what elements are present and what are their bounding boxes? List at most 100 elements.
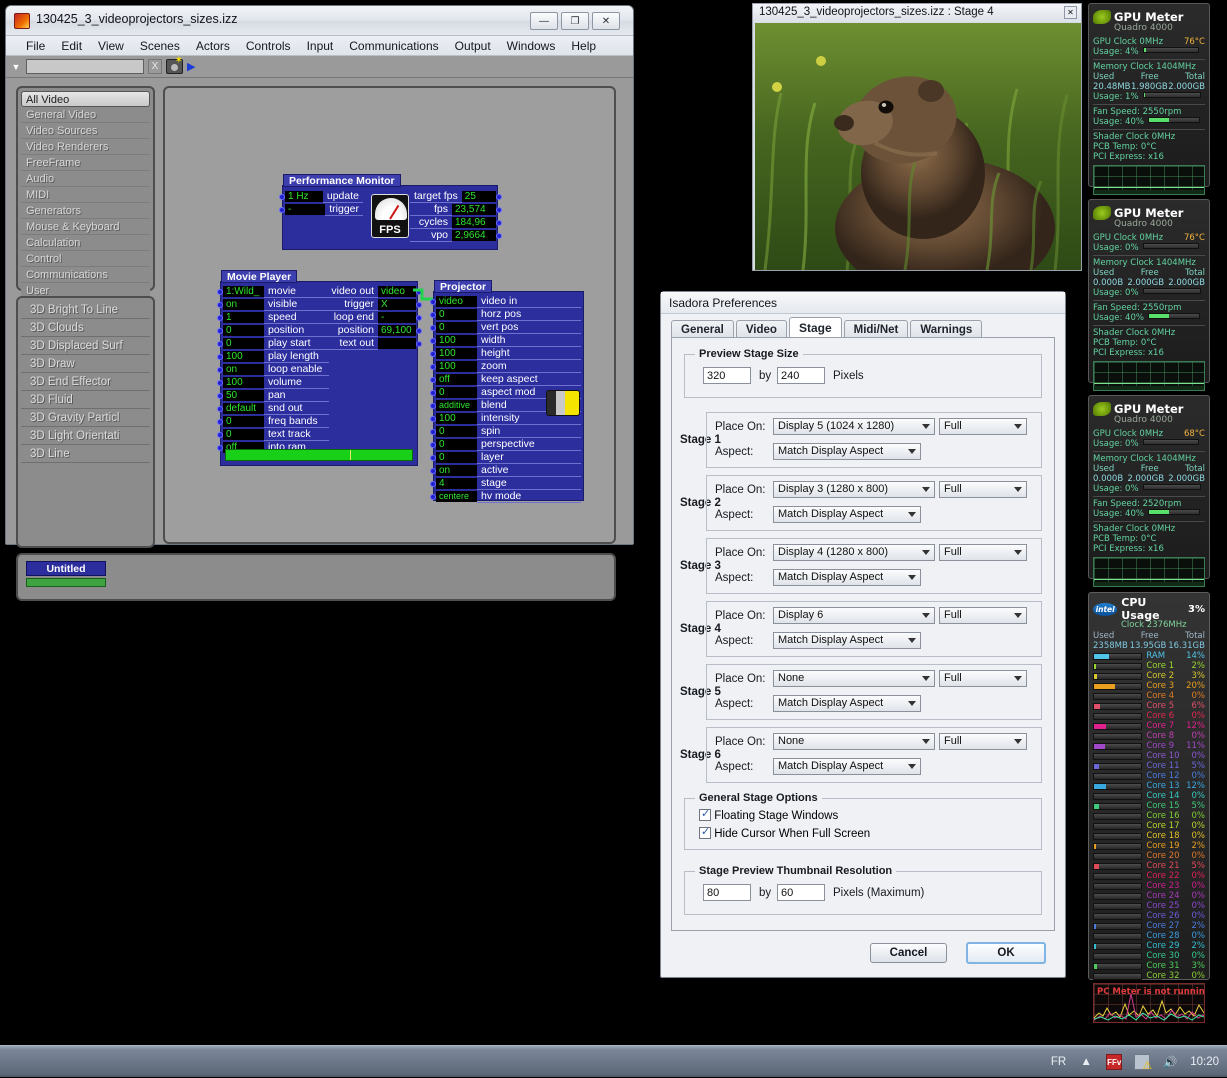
perf-target-fps-value[interactable]: 25	[461, 191, 496, 202]
output-port[interactable]	[416, 327, 422, 334]
menu-view[interactable]: View	[90, 38, 132, 54]
actor-3d-draw[interactable]: 3D Draw	[21, 356, 150, 373]
node-row[interactable]: 100 zoom	[430, 360, 581, 373]
minimize-button[interactable]: —	[530, 12, 558, 30]
node-row[interactable]: 4 stage	[430, 477, 581, 490]
proj-perspective-value[interactable]: 0	[436, 439, 477, 450]
stage-5-aspect-select[interactable]: Match Display Aspect	[773, 695, 921, 712]
perf-trigger-value[interactable]: -	[285, 204, 325, 215]
language-indicator[interactable]: FR	[1051, 1056, 1066, 1068]
perf-cycles-value[interactable]: 184,96	[452, 217, 496, 228]
stage-4-mode-select[interactable]: Full	[939, 607, 1027, 624]
node-row[interactable]: video out video	[326, 285, 422, 298]
stage-1-aspect-select[interactable]: Match Display Aspect	[773, 443, 921, 460]
clock[interactable]: 10:20	[1190, 1056, 1219, 1068]
cpu-usage-gadget[interactable]: intel CPU Usage 3% Clock 2376MHz Used Fr…	[1088, 592, 1210, 1023]
tab-midi-net[interactable]: Midi/Net	[843, 320, 909, 338]
actor-3d-fluid[interactable]: 3D Fluid	[21, 392, 150, 409]
tab-general[interactable]: General	[671, 320, 734, 338]
movie-visible-value[interactable]: on	[223, 299, 264, 310]
node-row[interactable]: default snd out	[217, 402, 329, 415]
proj-width-value[interactable]: 100	[436, 335, 477, 346]
proj-aspect-mod-value[interactable]: 0	[436, 387, 477, 398]
output-port[interactable]	[416, 340, 422, 347]
proj-stage-value[interactable]: 4	[436, 478, 477, 489]
play-icon[interactable]: ▶	[187, 60, 195, 73]
ffv-icon[interactable]: FFv	[1106, 1054, 1123, 1070]
node-row[interactable]: 0 vert pos	[430, 321, 581, 334]
node-row[interactable]: 1 Hz update	[279, 190, 363, 203]
proj-layer-value[interactable]: 0	[436, 452, 477, 463]
category-communications[interactable]: Communications	[21, 268, 150, 283]
menu-controls[interactable]: Controls	[238, 38, 299, 54]
node-row[interactable]: cycles 184,96	[410, 216, 502, 229]
proj-blend-value[interactable]: additive	[436, 400, 477, 411]
category-freeframe[interactable]: FreeFrame	[21, 156, 150, 171]
tab-warnings[interactable]: Warnings	[910, 320, 983, 338]
volume-icon[interactable]: 🔊	[1162, 1054, 1178, 1070]
stage-2-mode-select[interactable]: Full	[939, 481, 1027, 498]
movie-speed-value[interactable]: 1	[223, 312, 264, 323]
movie-text-out-value[interactable]	[378, 338, 416, 349]
perf-fps-value[interactable]: 23,574	[452, 204, 496, 215]
node-row[interactable]: 100 play length	[217, 350, 329, 363]
actor-search-input[interactable]	[26, 59, 144, 74]
movie-snd-out-value[interactable]: default	[223, 403, 264, 414]
actor-category-list[interactable]: All Video General Video Video Sources Vi…	[16, 86, 155, 299]
proj-keep-aspect-value[interactable]: off	[436, 374, 477, 385]
maximize-button[interactable]: ❐	[561, 12, 589, 30]
proj-hv-mode-value[interactable]: centere	[436, 491, 477, 502]
movie-loop-end-value[interactable]: -	[378, 312, 416, 323]
menu-windows[interactable]: Windows	[499, 38, 564, 54]
stage-3-aspect-select[interactable]: Match Display Aspect	[773, 569, 921, 586]
preview-height-input[interactable]	[777, 367, 825, 384]
actor-3d-bright-to-line[interactable]: 3D Bright To Line	[21, 302, 150, 319]
output-port[interactable]	[496, 232, 502, 239]
floating-stage-windows-checkbox[interactable]	[699, 807, 711, 821]
actor-node-movie-player[interactable]: Movie Player 1:Wild_ movie on visible 1 spe…	[217, 270, 422, 466]
movie-pan-value[interactable]: 50	[223, 390, 264, 401]
category-audio[interactable]: Audio	[21, 172, 150, 187]
ok-button[interactable]: OK	[966, 942, 1046, 964]
gpu-meter-gadget-2[interactable]: GPU Meter Quadro 4000 76°C GPU Clock 0MHz…	[1088, 199, 1210, 391]
floating-stage-windows-row[interactable]: Floating Stage Windows	[699, 807, 838, 822]
stage-4-aspect-select[interactable]: Match Display Aspect	[773, 632, 921, 649]
proj-video-in-value[interactable]: video	[436, 296, 477, 307]
node-row[interactable]: fps 23,574	[410, 203, 502, 216]
cancel-button[interactable]: Cancel	[870, 943, 947, 963]
output-port[interactable]	[496, 219, 502, 226]
actor-3d-end-effector[interactable]: 3D End Effector	[21, 374, 150, 391]
stage-2-aspect-select[interactable]: Match Display Aspect	[773, 506, 921, 523]
thumbnail-height-input[interactable]	[777, 884, 825, 901]
node-row[interactable]: off keep aspect	[430, 373, 581, 386]
proj-intensity-value[interactable]: 100	[436, 413, 477, 424]
output-port[interactable]	[496, 206, 502, 213]
scene-editor-canvas[interactable]: Performance Monitor 1 Hz update - trigge…	[163, 86, 616, 544]
stage-6-aspect-select[interactable]: Match Display Aspect	[773, 758, 921, 775]
node-row[interactable]: 0 layer	[430, 451, 581, 464]
node-row[interactable]: 0 position	[217, 324, 329, 337]
proj-vert-pos-value[interactable]: 0	[436, 322, 477, 333]
gpu-meter-gadget-3[interactable]: GPU Meter Quadro 4000 68°C GPU Clock 0MHz…	[1088, 395, 1210, 587]
stage-1-mode-select[interactable]: Full	[939, 418, 1027, 435]
category-video-renderers[interactable]: Video Renderers	[21, 140, 150, 155]
actor-3d-light-orientation[interactable]: 3D Light Orientati	[21, 428, 150, 445]
node-row[interactable]: video video in	[430, 295, 581, 308]
stage-close-button[interactable]: ✕	[1064, 6, 1077, 19]
scene-untitled[interactable]: Untitled	[26, 561, 106, 576]
node-row[interactable]: vpo 2,9664	[410, 229, 502, 242]
stage-4-display-select[interactable]: Display 6	[773, 607, 935, 624]
movie-play-start-value[interactable]: 0	[223, 338, 264, 349]
movie-position-out-value[interactable]: 69,100	[378, 325, 416, 336]
node-row[interactable]: position 69,100	[326, 324, 422, 337]
stage-6-display-select[interactable]: None	[773, 733, 935, 750]
menu-help[interactable]: Help	[563, 38, 604, 54]
node-row[interactable]: 1 speed	[217, 311, 329, 324]
actor-node-projector[interactable]: Projector video video in 0 horz pos 0 vert …	[430, 280, 584, 503]
node-row[interactable]: 50 pan	[217, 389, 329, 402]
movie-play-length-value[interactable]: 100	[223, 351, 264, 362]
node-row[interactable]: 0 play start	[217, 337, 329, 350]
actor-3d-line[interactable]: 3D Line	[21, 446, 150, 463]
node-row[interactable]: trigger X	[326, 298, 422, 311]
proj-horz-pos-value[interactable]: 0	[436, 309, 477, 320]
